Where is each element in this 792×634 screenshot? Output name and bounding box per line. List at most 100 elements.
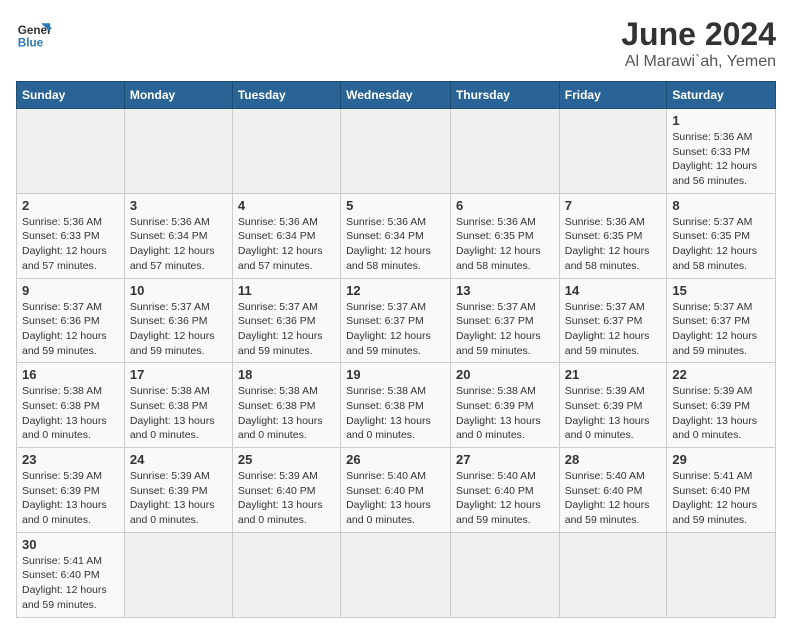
col-header-friday: Friday — [559, 82, 667, 109]
calendar-cell: 20Sunrise: 5:38 AM Sunset: 6:39 PM Dayli… — [450, 363, 559, 448]
day-number: 2 — [22, 198, 119, 213]
day-info: Sunrise: 5:38 AM Sunset: 6:38 PM Dayligh… — [22, 384, 119, 443]
day-number: 28 — [565, 452, 662, 467]
day-number: 8 — [672, 198, 770, 213]
calendar-cell — [17, 109, 125, 194]
title-area: June 2024 Al Marawi`ah, Yemen — [621, 16, 776, 71]
day-number: 12 — [346, 283, 445, 298]
calendar-cell — [124, 109, 232, 194]
calendar-cell: 9Sunrise: 5:37 AM Sunset: 6:36 PM Daylig… — [17, 278, 125, 363]
page-header: General Blue June 2024 Al Marawi`ah, Yem… — [16, 16, 776, 71]
calendar-week-1: 1 Sunrise: 5:36 AM Sunset: 6:33 PM Daylig… — [17, 109, 776, 194]
calendar-cell: 22 Sunrise: 5:39 AM Sunset: 6:39 PM Dayli… — [667, 363, 776, 448]
calendar-cell: 8 Sunrise: 5:37 AM Sunset: 6:35 PM Daylig… — [667, 193, 776, 278]
day-info: Sunrise: 5:36 AM Sunset: 6:35 PM Dayligh… — [456, 215, 554, 274]
calendar-cell: 10 Sunrise: 5:37 AM Sunset: 6:36 PM Dayli… — [124, 278, 232, 363]
calendar-cell: 4Sunrise: 5:36 AM Sunset: 6:34 PM Daylig… — [232, 193, 340, 278]
day-info: Sunrise: 5:37 AM Sunset: 6:36 PM Dayligh… — [22, 300, 119, 359]
day-number: 10 — [130, 283, 227, 298]
day-info: Sunrise: 5:40 AM Sunset: 6:40 PM Dayligh… — [346, 469, 445, 528]
calendar-cell: 5 Sunrise: 5:36 AM Sunset: 6:34 PM Daylig… — [341, 193, 451, 278]
col-header-sunday: Sunday — [17, 82, 125, 109]
day-info: Sunrise: 5:39 AM Sunset: 6:39 PM Dayligh… — [672, 384, 770, 443]
day-info: Sunrise: 5:39 AM Sunset: 6:39 PM Dayligh… — [22, 469, 119, 528]
day-number: 18 — [238, 367, 335, 382]
col-header-tuesday: Tuesday — [232, 82, 340, 109]
calendar-cell — [341, 532, 451, 617]
day-number: 14 — [565, 283, 662, 298]
calendar-cell: 13Sunrise: 5:37 AM Sunset: 6:37 PM Dayli… — [450, 278, 559, 363]
calendar-week-3: 9Sunrise: 5:37 AM Sunset: 6:36 PM Daylig… — [17, 278, 776, 363]
calendar-cell: 16 Sunrise: 5:38 AM Sunset: 6:38 PM Dayli… — [17, 363, 125, 448]
col-header-saturday: Saturday — [667, 82, 776, 109]
day-info: Sunrise: 5:38 AM Sunset: 6:38 PM Dayligh… — [130, 384, 227, 443]
calendar-cell — [667, 532, 776, 617]
col-header-monday: Monday — [124, 82, 232, 109]
calendar-cell — [450, 109, 559, 194]
svg-text:Blue: Blue — [18, 37, 44, 50]
calendar-week-6: 30Sunrise: 5:41 AM Sunset: 6:40 PM Dayli… — [17, 532, 776, 617]
col-header-wednesday: Wednesday — [341, 82, 451, 109]
calendar-week-2: 2Sunrise: 5:36 AM Sunset: 6:33 PM Daylig… — [17, 193, 776, 278]
calendar-table: SundayMondayTuesdayWednesdayThursdayFrid… — [16, 81, 776, 618]
calendar-cell: 26Sunrise: 5:40 AM Sunset: 6:40 PM Dayli… — [341, 448, 451, 533]
day-info: Sunrise: 5:36 AM Sunset: 6:33 PM Dayligh… — [672, 130, 770, 189]
calendar-cell: 14 Sunrise: 5:37 AM Sunset: 6:37 PM Dayli… — [559, 278, 667, 363]
day-info: Sunrise: 5:40 AM Sunset: 6:40 PM Dayligh… — [565, 469, 662, 528]
day-number: 23 — [22, 452, 119, 467]
day-info: Sunrise: 5:40 AM Sunset: 6:40 PM Dayligh… — [456, 469, 554, 528]
calendar-cell: 15Sunrise: 5:37 AM Sunset: 6:37 PM Dayli… — [667, 278, 776, 363]
day-number: 29 — [672, 452, 770, 467]
calendar-cell: 23 Sunrise: 5:39 AM Sunset: 6:39 PM Dayli… — [17, 448, 125, 533]
logo-icon: General Blue — [16, 16, 52, 52]
calendar-cell — [341, 109, 451, 194]
calendar-header-row: SundayMondayTuesdayWednesdayThursdayFrid… — [17, 82, 776, 109]
day-info: Sunrise: 5:36 AM Sunset: 6:34 PM Dayligh… — [346, 215, 445, 274]
calendar-cell — [232, 532, 340, 617]
day-number: 21 — [565, 367, 662, 382]
calendar-cell: 27Sunrise: 5:40 AM Sunset: 6:40 PM Dayli… — [450, 448, 559, 533]
logo: General Blue — [16, 16, 52, 52]
day-number: 25 — [238, 452, 335, 467]
calendar-cell — [232, 109, 340, 194]
day-number: 3 — [130, 198, 227, 213]
calendar-cell: 21Sunrise: 5:39 AM Sunset: 6:39 PM Dayli… — [559, 363, 667, 448]
calendar-cell: 18Sunrise: 5:38 AM Sunset: 6:38 PM Dayli… — [232, 363, 340, 448]
day-info: Sunrise: 5:37 AM Sunset: 6:35 PM Dayligh… — [672, 215, 770, 274]
col-header-thursday: Thursday — [450, 82, 559, 109]
day-number: 22 — [672, 367, 770, 382]
day-info: Sunrise: 5:37 AM Sunset: 6:37 PM Dayligh… — [565, 300, 662, 359]
day-number: 11 — [238, 283, 335, 298]
day-info: Sunrise: 5:41 AM Sunset: 6:40 PM Dayligh… — [672, 469, 770, 528]
day-info: Sunrise: 5:37 AM Sunset: 6:36 PM Dayligh… — [238, 300, 335, 359]
calendar-week-5: 23 Sunrise: 5:39 AM Sunset: 6:39 PM Dayli… — [17, 448, 776, 533]
day-number: 16 — [22, 367, 119, 382]
month-title: June 2024 — [621, 16, 776, 53]
calendar-week-4: 16 Sunrise: 5:38 AM Sunset: 6:38 PM Dayli… — [17, 363, 776, 448]
calendar-cell — [559, 532, 667, 617]
day-info: Sunrise: 5:36 AM Sunset: 6:34 PM Dayligh… — [130, 215, 227, 274]
day-info: Sunrise: 5:38 AM Sunset: 6:38 PM Dayligh… — [346, 384, 445, 443]
calendar-cell: 30Sunrise: 5:41 AM Sunset: 6:40 PM Dayli… — [17, 532, 125, 617]
day-info: Sunrise: 5:39 AM Sunset: 6:40 PM Dayligh… — [238, 469, 335, 528]
day-number: 19 — [346, 367, 445, 382]
day-info: Sunrise: 5:37 AM Sunset: 6:36 PM Dayligh… — [130, 300, 227, 359]
calendar-cell — [559, 109, 667, 194]
calendar-cell — [450, 532, 559, 617]
day-number: 6 — [456, 198, 554, 213]
calendar-cell: 2Sunrise: 5:36 AM Sunset: 6:33 PM Daylig… — [17, 193, 125, 278]
location-subtitle: Al Marawi`ah, Yemen — [621, 53, 776, 71]
day-info: Sunrise: 5:37 AM Sunset: 6:37 PM Dayligh… — [456, 300, 554, 359]
calendar-cell: 24Sunrise: 5:39 AM Sunset: 6:39 PM Dayli… — [124, 448, 232, 533]
calendar-cell: 29 Sunrise: 5:41 AM Sunset: 6:40 PM Dayli… — [667, 448, 776, 533]
calendar-cell — [124, 532, 232, 617]
day-info: Sunrise: 5:37 AM Sunset: 6:37 PM Dayligh… — [346, 300, 445, 359]
day-info: Sunrise: 5:37 AM Sunset: 6:37 PM Dayligh… — [672, 300, 770, 359]
calendar-cell: 12 Sunrise: 5:37 AM Sunset: 6:37 PM Dayli… — [341, 278, 451, 363]
day-number: 1 — [672, 113, 770, 128]
calendar-cell: 25 Sunrise: 5:39 AM Sunset: 6:40 PM Dayli… — [232, 448, 340, 533]
day-number: 5 — [346, 198, 445, 213]
calendar-cell: 3 Sunrise: 5:36 AM Sunset: 6:34 PM Daylig… — [124, 193, 232, 278]
calendar-cell: 11 Sunrise: 5:37 AM Sunset: 6:36 PM Dayli… — [232, 278, 340, 363]
day-info: Sunrise: 5:36 AM Sunset: 6:35 PM Dayligh… — [565, 215, 662, 274]
